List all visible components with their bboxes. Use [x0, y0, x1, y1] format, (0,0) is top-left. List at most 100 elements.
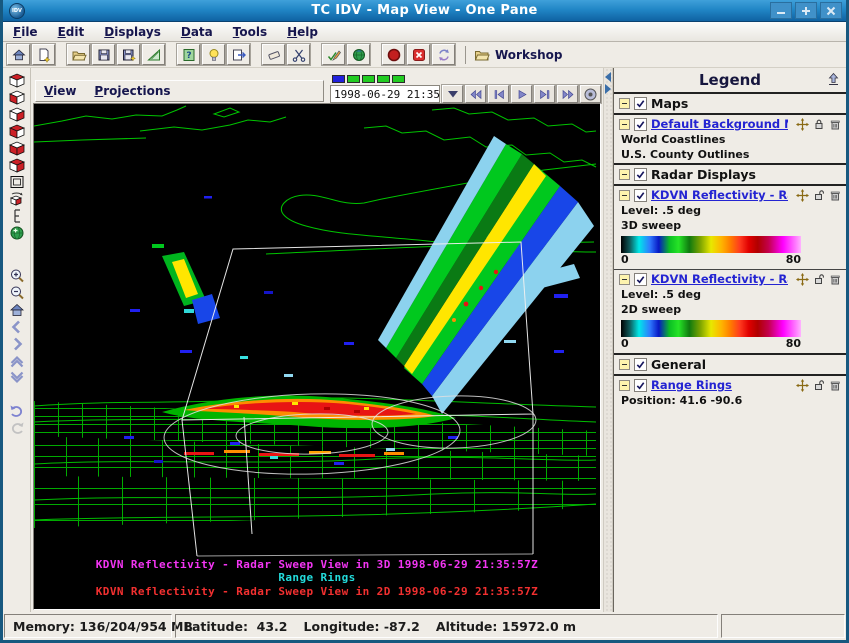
view-cube-east-button[interactable] — [7, 123, 27, 139]
rotate-view-button[interactable] — [7, 191, 27, 207]
delete-icon[interactable] — [829, 379, 841, 391]
range-rings-link[interactable]: Range Rings — [651, 378, 732, 392]
eraser-button[interactable] — [262, 44, 285, 65]
perspective-box-button[interactable] — [7, 174, 27, 190]
move-icon[interactable] — [796, 189, 809, 202]
delete-icon[interactable] — [829, 118, 841, 130]
open-button[interactable] — [67, 44, 90, 65]
vertical-scale-button[interactable] — [7, 208, 27, 224]
move-icon[interactable] — [796, 379, 809, 392]
collapse-rangerings-button[interactable] — [619, 380, 630, 391]
home-view-button[interactable] — [7, 302, 27, 318]
legend-splitter[interactable] — [603, 68, 613, 612]
edit-button[interactable] — [322, 44, 345, 65]
time-dropdown-button[interactable] — [442, 85, 463, 103]
menu-file[interactable]: File — [13, 25, 38, 39]
default-background-maps-link[interactable]: Default Background Maps — [651, 117, 788, 131]
menu-edit[interactable]: Edit — [58, 25, 85, 39]
rangerings-visibility-checkbox[interactable] — [634, 379, 647, 392]
delete-icon[interactable] — [829, 189, 841, 201]
refresh-button[interactable] — [432, 44, 455, 65]
radar-3d-colorbar[interactable] — [621, 236, 801, 253]
radar-2d-colorbar[interactable] — [621, 320, 801, 337]
redo-button[interactable] — [7, 420, 27, 436]
save-button[interactable] — [92, 44, 115, 65]
collapse-right-arrow[interactable] — [605, 84, 611, 94]
time-step-2[interactable] — [347, 75, 360, 83]
radar2d-visibility-checkbox[interactable] — [634, 273, 647, 286]
map-3d-canvas[interactable]: KDVN Reflectivity - Radar Sweep View in … — [33, 103, 601, 610]
go-to-start-button[interactable] — [465, 85, 486, 103]
pan-down-button[interactable] — [7, 370, 27, 386]
save-as-button[interactable] — [117, 44, 140, 65]
time-step-4[interactable] — [377, 75, 390, 83]
pan-left-button[interactable] — [7, 319, 27, 335]
export-button[interactable] — [227, 44, 250, 65]
undo-button[interactable] — [7, 403, 27, 419]
cancel-button[interactable] — [407, 44, 430, 65]
collapse-general-button[interactable] — [619, 359, 630, 370]
home-button[interactable] — [7, 44, 30, 65]
time-step-3[interactable] — [362, 75, 375, 83]
menu-view[interactable]: View — [44, 84, 76, 101]
help-button[interactable]: ? — [177, 44, 200, 65]
pan-right-button[interactable] — [7, 336, 27, 352]
unlock-icon[interactable] — [813, 379, 825, 391]
workshop-item[interactable]: Workshop — [474, 48, 562, 62]
radar-3d-link[interactable]: KDVN Reflectivity - Radar _ — [651, 188, 788, 202]
radar-2d-link[interactable]: KDVN Reflectivity - Radar _ — [651, 272, 788, 286]
step-back-button[interactable] — [488, 85, 509, 103]
collapse-maps-button[interactable] — [619, 98, 630, 109]
delete-icon[interactable] — [829, 273, 841, 285]
menu-data[interactable]: Data — [181, 25, 213, 39]
time-step-1[interactable] — [332, 75, 345, 83]
zoom-out-button[interactable] — [7, 285, 27, 301]
radar-visibility-checkbox[interactable] — [634, 168, 647, 181]
collapse-radar3d-button[interactable] — [619, 190, 630, 201]
view-cube-top-button[interactable] — [7, 72, 27, 88]
stop-button[interactable] — [382, 44, 405, 65]
view-cube-south-button[interactable] — [7, 140, 27, 156]
go-to-end-button[interactable] — [557, 85, 578, 103]
general-visibility-checkbox[interactable] — [634, 358, 647, 371]
collapse-left-arrow[interactable] — [605, 72, 611, 82]
view-cube-west-button[interactable] — [7, 157, 27, 173]
drawing-button[interactable] — [142, 44, 165, 65]
collapse-bgmaps-button[interactable] — [619, 119, 630, 130]
time-display[interactable]: 1998-06-29 21:35:57Z — [330, 85, 440, 103]
unlock-icon[interactable] — [813, 273, 825, 285]
bgmaps-visibility-checkbox[interactable] — [634, 118, 647, 131]
globe-button[interactable] — [347, 44, 370, 65]
move-icon[interactable] — [796, 273, 809, 286]
minimize-button[interactable] — [770, 2, 792, 19]
tip-button[interactable] — [202, 44, 225, 65]
menu-projections[interactable]: Projections — [94, 84, 170, 101]
close-button[interactable] — [820, 2, 842, 19]
legend-title: Legend — [699, 71, 761, 89]
animation-properties-button[interactable] — [580, 85, 601, 103]
box-outline-icon — [8, 174, 26, 190]
menu-help[interactable]: Help — [287, 25, 318, 39]
collapse-radar2d-button[interactable] — [619, 274, 630, 285]
new-bookmark-button[interactable] — [32, 44, 55, 65]
view-cube-bottom-button[interactable] — [7, 89, 27, 105]
globe-projection-button[interactable] — [7, 225, 27, 241]
radar3d-visibility-checkbox[interactable] — [634, 189, 647, 202]
float-legend-button[interactable] — [826, 72, 841, 89]
lock-icon[interactable] — [813, 118, 825, 130]
maps-visibility-checkbox[interactable] — [634, 97, 647, 110]
unlock-icon[interactable] — [813, 189, 825, 201]
time-step-5[interactable] — [392, 75, 405, 83]
collapse-radar-button[interactable] — [619, 169, 630, 180]
play-button[interactable] — [511, 85, 532, 103]
pan-up-button[interactable] — [7, 353, 27, 369]
menu-displays[interactable]: Displays — [104, 25, 161, 39]
menu-tools[interactable]: Tools — [233, 25, 267, 39]
zoom-in-button[interactable] — [7, 268, 27, 284]
step-forward-button[interactable] — [534, 85, 555, 103]
maximize-button[interactable] — [795, 2, 817, 19]
titlebar[interactable]: IDV TC IDV - Map View - One Pane — [3, 0, 846, 22]
view-cube-north-button[interactable] — [7, 106, 27, 122]
cut-button[interactable] — [287, 44, 310, 65]
move-icon[interactable] — [796, 118, 809, 131]
